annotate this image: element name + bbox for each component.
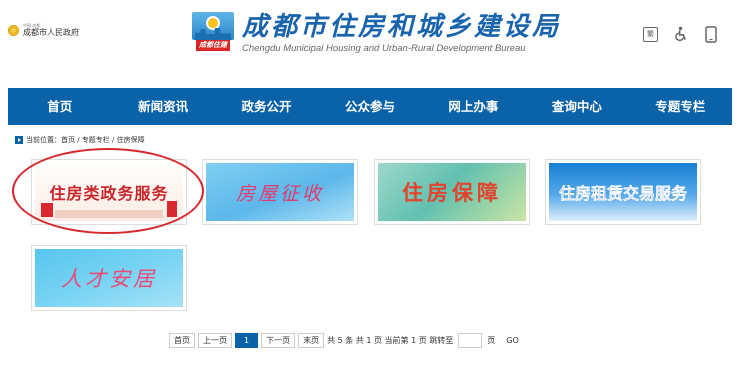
location-icon	[15, 136, 23, 144]
chengdu-gov-logo[interactable]: 中国·成都 成都市人民政府	[8, 24, 79, 37]
nav-item-query-center[interactable]: 查询中心	[525, 88, 628, 125]
nav-item-public-participation[interactable]: 公众参与	[318, 88, 421, 125]
jump-page-input[interactable]	[458, 333, 483, 348]
breadcrumb-text: 当前位置：首页 / 专题专栏 / 住房保障	[26, 136, 145, 144]
card-rental-transaction-services[interactable]: 住房租赁交易服务	[545, 159, 701, 225]
card-label: 住房租赁交易服务	[558, 184, 687, 203]
nav-item-news[interactable]: 新闻资讯	[111, 88, 214, 125]
nav-item-online-services[interactable]: 网上办事	[422, 88, 525, 125]
bureau-title: 成都市住房和城乡建设局	[242, 12, 562, 42]
header-tools: 繁	[643, 25, 718, 43]
card-label: 人才安居	[61, 267, 157, 291]
bureau-brand[interactable]: 成都住建 成都市住房和城乡建设局 Chengdu Municipal Housi…	[192, 12, 561, 54]
card-housing-gov-services[interactable]: 住房类政务服务	[31, 159, 187, 225]
nav-item-home[interactable]: 首页	[8, 88, 111, 125]
card-label: 住房保障	[402, 181, 502, 205]
traditional-chinese-icon[interactable]: 繁	[643, 26, 658, 42]
accessibility-icon[interactable]	[674, 26, 688, 42]
pagination: 首页 上一页 1 下一页 末页 共 5 条 共 1 页 当前第 1 页 跳转至 …	[169, 333, 519, 348]
current-page-button[interactable]: 1	[235, 333, 259, 348]
last-page-button[interactable]: 末页	[298, 333, 325, 348]
card-talent-housing[interactable]: 人才安居	[31, 245, 187, 311]
pagination-summary: 共 5 条 共 1 页 当前第 1 页 跳转至	[327, 336, 454, 345]
main-nav: 首页 新闻资讯 政务公开 公众参与 网上办事 查询中心 专题专栏	[8, 88, 732, 125]
card-house-expropriation[interactable]: 房屋征收	[202, 159, 358, 225]
nav-item-gov-affairs[interactable]: 政务公开	[215, 88, 318, 125]
breadcrumb: 当前位置：首页 / 专题专栏 / 住房保障	[15, 135, 145, 145]
bureau-logo-tag: 成都住建	[196, 40, 230, 51]
card-housing-security[interactable]: 住房保障	[374, 159, 530, 225]
go-button[interactable]: GO	[506, 336, 519, 345]
bureau-subtitle: Chengdu Municipal Housing and Urban-Rura…	[242, 43, 526, 54]
mobile-icon[interactable]	[704, 25, 718, 43]
prev-page-button[interactable]: 上一页	[198, 333, 232, 348]
card-label: 房屋征收	[235, 182, 324, 205]
gov-name: 成都市人民政府	[23, 28, 79, 37]
card-label: 住房类政务服务	[49, 184, 169, 203]
page: 中国·成都 成都市人民政府 成都住建 成都市住房和城乡建设局 Chengdu M…	[0, 0, 740, 391]
next-page-button[interactable]: 下一页	[261, 333, 296, 348]
first-page-button[interactable]: 首页	[169, 333, 195, 348]
page-unit-label: 页	[487, 336, 496, 345]
gov-emblem-icon	[8, 25, 19, 36]
nav-item-special-topics[interactable]: 专题专栏	[629, 88, 732, 125]
bureau-logo-icon: 成都住建	[192, 12, 234, 52]
